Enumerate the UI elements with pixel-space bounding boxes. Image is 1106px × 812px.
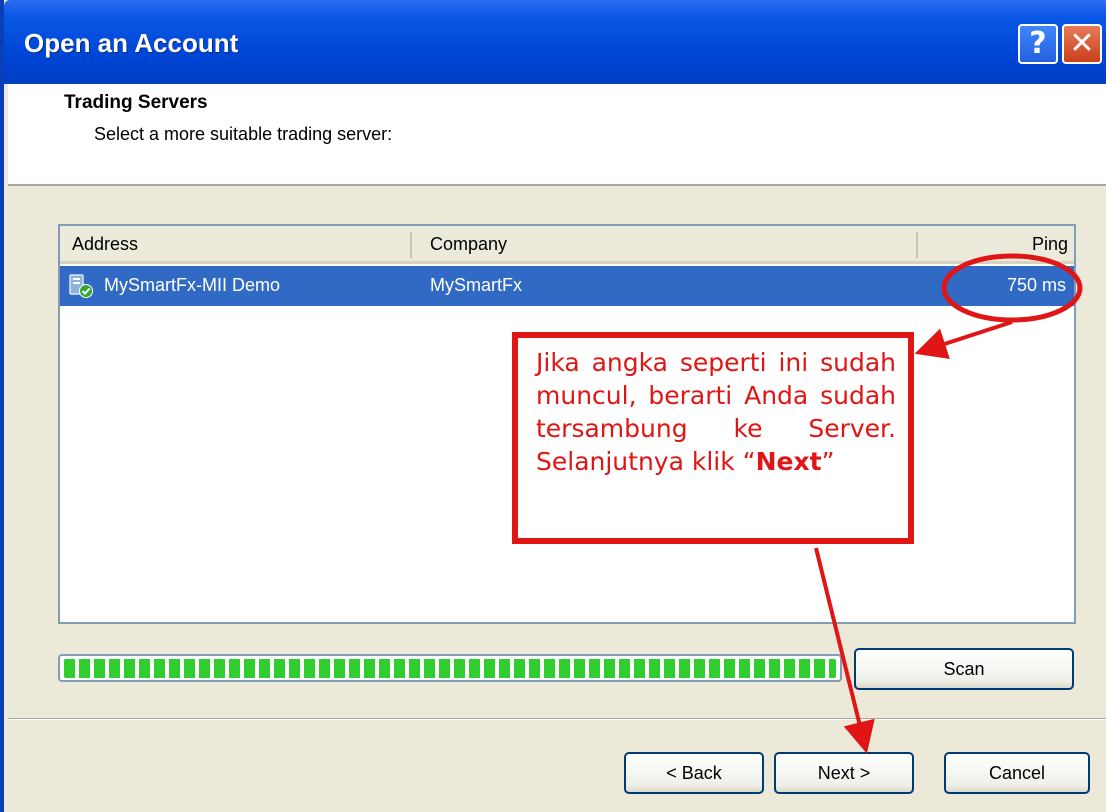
column-header-company[interactable]: Company [430, 234, 507, 255]
scan-button[interactable]: Scan [854, 648, 1074, 690]
window-title: Open an Account [24, 28, 239, 58]
scan-progress-bar [58, 654, 842, 682]
annotation-bold-text: Next [755, 447, 822, 476]
wizard-header: Trading Servers Select a more suitable t… [8, 84, 1106, 186]
server-ping: 750 ms [1006, 275, 1066, 295]
annotation-text: Jika angka seperti ini sudah muncul, ber… [536, 348, 896, 476]
next-button[interactable]: Next > [774, 752, 914, 794]
title-bar[interactable]: Open an Account ? ✕ [4, 0, 1106, 84]
progress-fill [64, 659, 836, 678]
back-button[interactable]: < Back [624, 752, 764, 794]
server-connected-icon [69, 274, 93, 298]
table-row[interactable]: MySmartFx-MII Demo MySmartFx 750 ms [60, 266, 1074, 306]
column-divider[interactable] [916, 232, 918, 258]
cancel-button[interactable]: Cancel [944, 752, 1090, 794]
button-separator [8, 718, 1106, 720]
server-company: MySmartFx [430, 275, 522, 295]
server-address: MySmartFx-MII Demo [104, 275, 281, 295]
close-button[interactable]: ✕ [1062, 24, 1102, 64]
list-header: Address Company Ping [60, 226, 1074, 264]
open-account-dialog: Open an Account ? ✕ Trading Servers Sele… [0, 0, 1106, 812]
help-button[interactable]: ? [1018, 24, 1058, 64]
column-header-ping[interactable]: Ping [1032, 234, 1068, 255]
page-title: Trading Servers [64, 92, 208, 113]
column-divider[interactable] [410, 232, 412, 258]
column-header-address[interactable]: Address [72, 234, 138, 255]
annotation-text-end: ” [821, 447, 835, 476]
page-subtitle: Select a more suitable trading server: [94, 124, 393, 144]
annotation-callout: Jika angka seperti ini sudah muncul, ber… [512, 332, 914, 544]
